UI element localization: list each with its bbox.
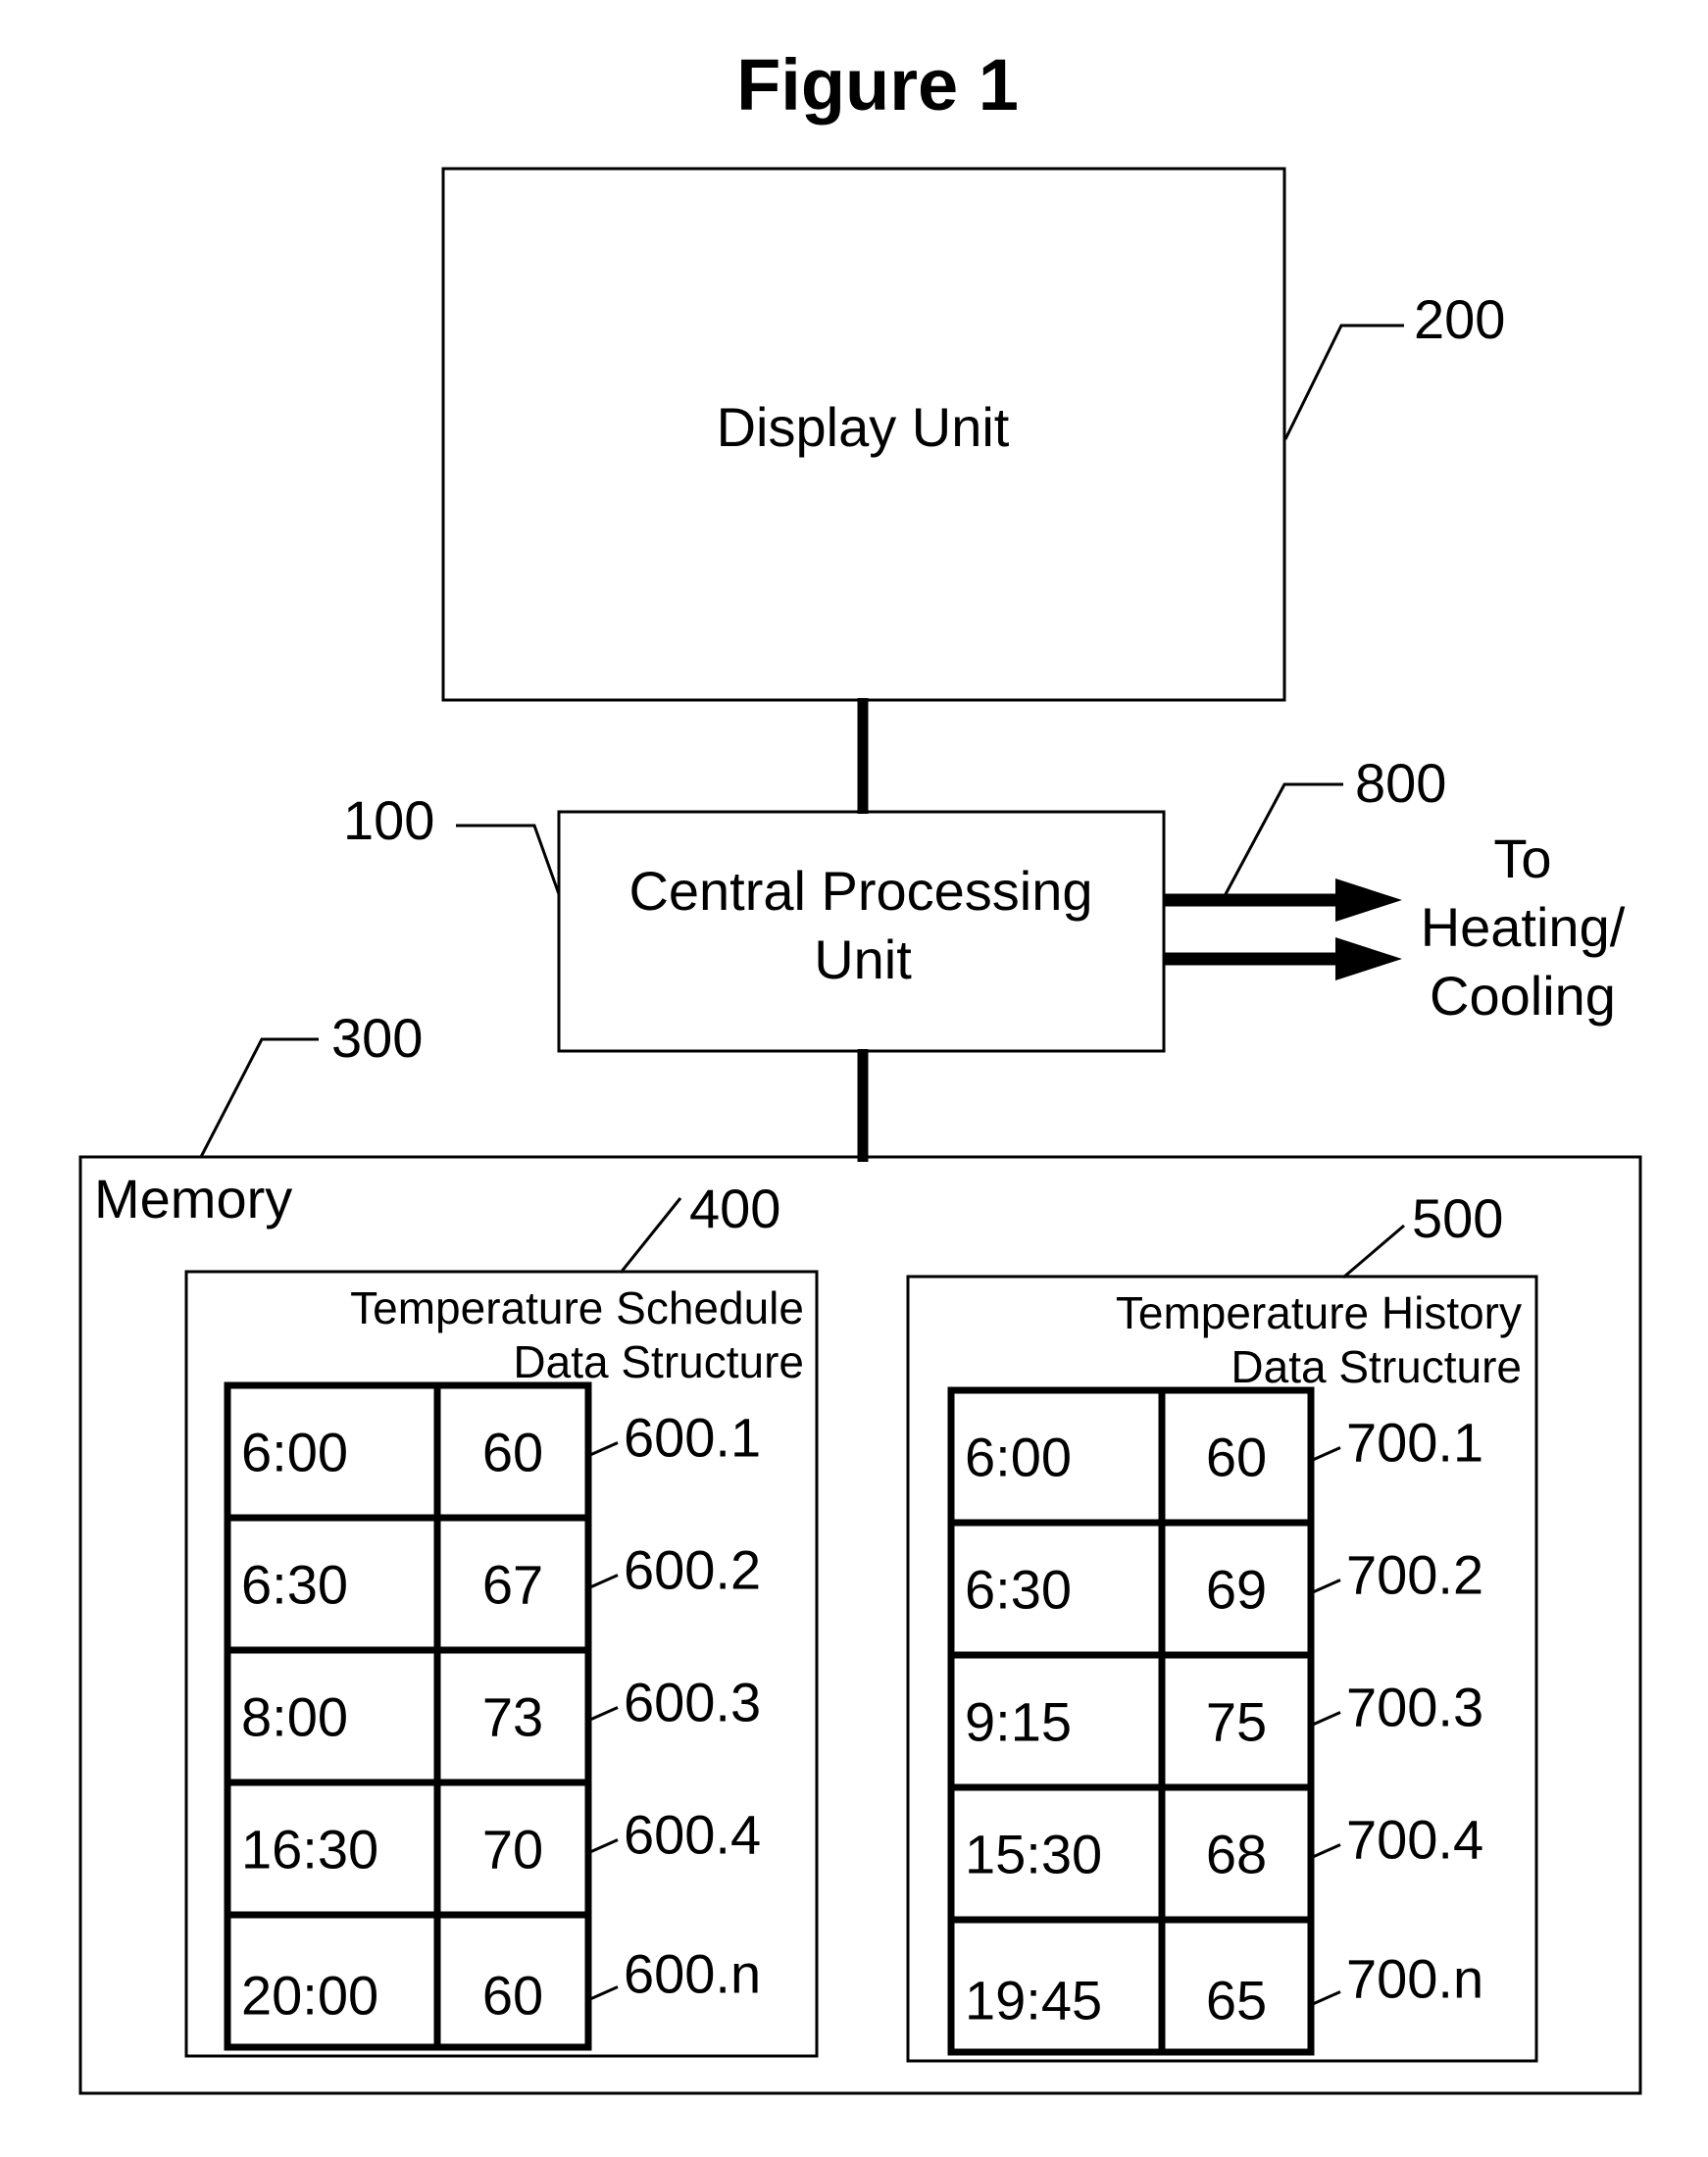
schedule-box [184, 1270, 819, 2058]
table-row: 9:15 75 700.3 [951, 1651, 1483, 1753]
row-ref: 600.1 [624, 1407, 761, 1469]
table-row: 15:30 68 700.4 [951, 1783, 1483, 1885]
time-cell: 16:30 [241, 1819, 378, 1881]
time-cell: 19:45 [965, 1970, 1102, 2032]
control-output-arrows [1164, 878, 1402, 980]
table-row: 8:00 73 600.3 [227, 1646, 761, 1748]
row-ref: 600.4 [624, 1804, 761, 1866]
history-box [906, 1275, 1538, 2063]
schedule-title-line2: Data Structure [513, 1336, 804, 1387]
row-ref: 700.1 [1346, 1412, 1483, 1474]
time-cell: 6:00 [965, 1427, 1072, 1488]
row-ref-leader [590, 1838, 619, 1853]
time-cell: 9:15 [965, 1691, 1072, 1753]
table-row: 16:30 70 600.4 [227, 1779, 761, 1881]
cpu: Central Processing Unit [557, 810, 1166, 1053]
memory-ref: 300 [331, 1007, 423, 1069]
row-ref-leader [1313, 1711, 1341, 1726]
temperature-cell: 68 [1206, 1824, 1267, 1885]
schedule-ref: 400 [689, 1178, 780, 1239]
row-ref: 600.2 [624, 1539, 761, 1601]
row-ref-leader [1313, 1843, 1341, 1858]
output-label-line1: To [1493, 828, 1551, 889]
output-ref: 800 [1355, 752, 1446, 814]
row-ref: 700.2 [1346, 1544, 1483, 1606]
cpu-label-line1: Central Processing [628, 860, 1092, 922]
row-ref-leader [1313, 1446, 1341, 1461]
row-ref: 600.n [624, 1943, 761, 2005]
schedule-table: 6:00 60 600.1 6:30 67 600.2 8:00 73 600.3 16:30 70… [224, 1381, 761, 2051]
temperature-cell: 69 [1206, 1559, 1267, 1621]
figure-title: Figure 1 [736, 44, 1019, 125]
temperature-cell: 60 [482, 1965, 543, 2027]
time-cell: 8:00 [241, 1686, 348, 1748]
output-label-line2: Heating/ [1421, 896, 1626, 958]
memory-label: Memory [94, 1168, 292, 1229]
temperature-cell: 65 [1206, 1970, 1267, 2032]
display-unit-label: Display Unit [717, 396, 1010, 458]
table-row: 19:45 65 700.n [951, 1916, 1483, 2032]
history-title-line1: Temperature History [1116, 1287, 1522, 1338]
time-cell: 6:30 [965, 1559, 1072, 1621]
row-ref-leader [590, 1441, 619, 1456]
table-row: 6:00 60 600.1 [241, 1407, 761, 1483]
cpu-ref: 100 [343, 789, 434, 851]
row-ref-leader [590, 1574, 619, 1588]
schedule-title-line1: Temperature Schedule [350, 1282, 804, 1333]
row-ref-leader [590, 1706, 619, 1721]
output-ref-leader [1224, 782, 1343, 895]
row-ref-leader [1313, 1579, 1341, 1593]
memory-ref-leader [199, 1037, 319, 1158]
schedule-data-structure: Temperature Schedule Data Structure 6:00… [184, 1270, 819, 2058]
output-label-line3: Cooling [1430, 965, 1616, 1027]
temperature-cell: 75 [1206, 1691, 1267, 1753]
row-ref: 700.3 [1346, 1677, 1483, 1738]
display-unit: Display Unit [441, 167, 1286, 702]
temperature-cell: 60 [482, 1422, 543, 1483]
row-ref: 600.3 [624, 1672, 761, 1733]
figure-canvas: Figure 1 Display Unit 200 Central Proces… [78, 44, 1642, 2095]
output-arrow-1-head [1335, 878, 1402, 922]
row-ref: 700.n [1346, 1948, 1483, 2010]
temperature-cell: 70 [482, 1819, 543, 1881]
temperature-cell: 67 [482, 1554, 543, 1616]
table-row: 6:30 69 700.2 [951, 1519, 1483, 1621]
output-arrow-2-head [1335, 937, 1402, 980]
temperature-cell: 60 [1206, 1427, 1267, 1488]
row-ref-leader [1313, 1990, 1341, 2005]
history-table: 6:00 60 700.1 6:30 69 700.2 9:15 75 700.3 15:30 68… [947, 1386, 1483, 2056]
temperature-cell: 73 [482, 1686, 543, 1748]
time-cell: 6:30 [241, 1554, 348, 1616]
cpu-ref-leader [456, 824, 561, 895]
table-row: 6:30 67 600.2 [227, 1514, 761, 1616]
history-data-structure: Temperature History Data Structure 6:00 6… [906, 1275, 1538, 2063]
time-cell: 15:30 [965, 1824, 1102, 1885]
history-ref: 500 [1412, 1187, 1503, 1249]
display-unit-ref: 200 [1414, 288, 1505, 350]
cpu-label-line2: Unit [814, 928, 912, 990]
row-ref: 700.4 [1346, 1809, 1483, 1871]
row-ref-leader [590, 1985, 619, 2000]
table-row: 20:00 60 600.n [227, 1911, 761, 2027]
display-unit-ref-leader [1283, 324, 1404, 440]
time-cell: 6:00 [241, 1422, 348, 1483]
history-ref-leader [1342, 1224, 1405, 1279]
history-title-line2: Data Structure [1231, 1341, 1522, 1392]
time-cell: 20:00 [241, 1965, 378, 2027]
schedule-ref-leader [619, 1197, 682, 1274]
table-row: 6:00 60 700.1 [965, 1412, 1483, 1488]
